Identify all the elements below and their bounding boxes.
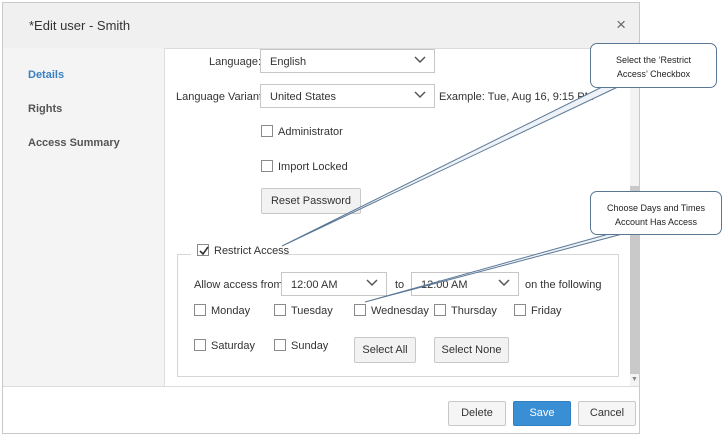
days-callout-pointer xyxy=(364,231,631,303)
restrict-callout-line1: Select the ‘Restrict xyxy=(615,55,692,65)
restrict-callout-line2: Access’ Checkbox xyxy=(616,69,691,79)
days-times-callout: Choose Days and Times Account Has Access xyxy=(590,191,722,235)
restrict-access-callout: Select the ‘Restrict Access’ Checkbox xyxy=(590,43,717,88)
days-callout-line1: Choose Days and Times xyxy=(606,203,706,213)
days-callout-line2: Account Has Access xyxy=(614,217,698,227)
restrict-callout-pointer xyxy=(281,84,623,247)
